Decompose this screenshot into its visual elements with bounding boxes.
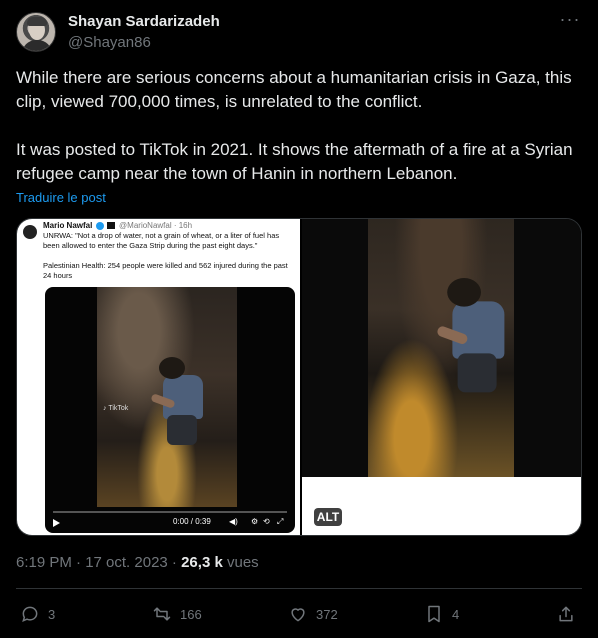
embedded-author-name: Mario Nawfal xyxy=(43,221,93,230)
repost-count: 166 xyxy=(180,606,202,622)
volume-icon: ◀) xyxy=(229,517,238,526)
tweet-paragraph-1: While there are serious concerns about a… xyxy=(16,68,572,111)
repost-icon xyxy=(153,607,171,621)
reply-button[interactable]: 3 xyxy=(20,600,55,628)
still-white-area xyxy=(302,477,581,535)
embedded-author-handle: @MarioNawfal · 16h xyxy=(119,221,193,230)
avatar-hair xyxy=(27,17,47,26)
boy-legs xyxy=(167,415,197,445)
embedded-header: Mario Nawfal @MarioNawfal · 16h xyxy=(43,221,192,230)
avatar-body xyxy=(22,40,52,51)
repost-button[interactable]: 166 xyxy=(152,600,202,628)
video-progress-bar xyxy=(53,511,287,513)
loop-icon: ⟲ xyxy=(263,517,270,526)
boy-figure xyxy=(145,357,205,457)
author-name[interactable]: Shayan Sardarizadeh xyxy=(68,13,220,30)
tweet-timestamp[interactable]: 6:19 PM · 17 oct. 2023 · xyxy=(16,554,181,571)
video-frame xyxy=(97,287,237,507)
boy-shirt-large xyxy=(452,301,505,359)
tweet-header: Shayan Sardarizadeh @Shayan86 ··· xyxy=(16,10,582,54)
reply-count: 3 xyxy=(48,606,56,622)
video-still-frame xyxy=(368,219,514,477)
tweet-paragraph-2: It was posted to TikTok in 2021. It show… xyxy=(16,140,573,183)
more-horizontal-icon[interactable]: ··· xyxy=(558,10,582,32)
like-count: 372 xyxy=(316,606,338,622)
boy-shirt xyxy=(163,375,203,419)
bookmark-icon xyxy=(428,605,440,623)
alt-badge[interactable]: ALT xyxy=(314,508,342,526)
tiktok-watermark: ♪ TikTok xyxy=(103,405,129,412)
avatar[interactable] xyxy=(16,12,56,52)
video-still xyxy=(302,219,581,535)
divider xyxy=(16,588,582,589)
fullscreen-icon: ⤢ xyxy=(277,517,284,526)
settings-icon: ⚙ xyxy=(251,517,259,526)
share-icon xyxy=(559,606,573,622)
tweet-meta: 6:19 PM · 17 oct. 2023 · 26,3 k vues xyxy=(16,554,259,571)
embedded-video: ♪ TikTok 0:00 / 0:39 ◀) ⚙ ⟲ ⤢ xyxy=(45,287,295,533)
bookmark-button[interactable]: 4 xyxy=(424,600,459,628)
embedded-screenshot: Mario Nawfal @MarioNawfal · 16h UNRWA: "… xyxy=(17,219,300,535)
verified-icon xyxy=(95,221,104,230)
boy-figure-large xyxy=(429,278,507,408)
embedded-avatar xyxy=(23,225,37,239)
embedded-text-2: Palestinian Health: 254 people were kill… xyxy=(43,261,288,280)
reply-icon xyxy=(22,606,38,622)
play-icon xyxy=(53,519,60,527)
views-label: vues xyxy=(222,554,259,571)
bookmark-count: 4 xyxy=(452,606,460,622)
video-controls: 0:00 / 0:39 ◀) ⚙ ⟲ ⤢ xyxy=(45,511,295,533)
tweet-text: While there are serious concerns about a… xyxy=(16,66,582,186)
like-button[interactable]: 372 xyxy=(288,600,338,628)
heart-icon xyxy=(291,608,305,622)
flag-icon xyxy=(106,222,115,230)
video-time: 0:00 / 0:39 xyxy=(173,517,211,526)
views-count: 26,3 k xyxy=(181,554,223,571)
boy-legs-large xyxy=(457,353,497,393)
boy-head xyxy=(159,357,185,379)
embedded-text-1: UNRWA: "Not a drop of water, not a grain… xyxy=(43,231,280,250)
share-button[interactable] xyxy=(556,600,576,628)
translate-link[interactable]: Traduire le post xyxy=(16,190,106,205)
boy-head-large xyxy=(447,278,481,307)
media-attachment[interactable]: Mario Nawfal @MarioNawfal · 16h UNRWA: "… xyxy=(16,218,582,536)
action-bar: 3 166 372 4 xyxy=(16,600,582,628)
author-handle[interactable]: @Shayan86 xyxy=(68,34,151,51)
